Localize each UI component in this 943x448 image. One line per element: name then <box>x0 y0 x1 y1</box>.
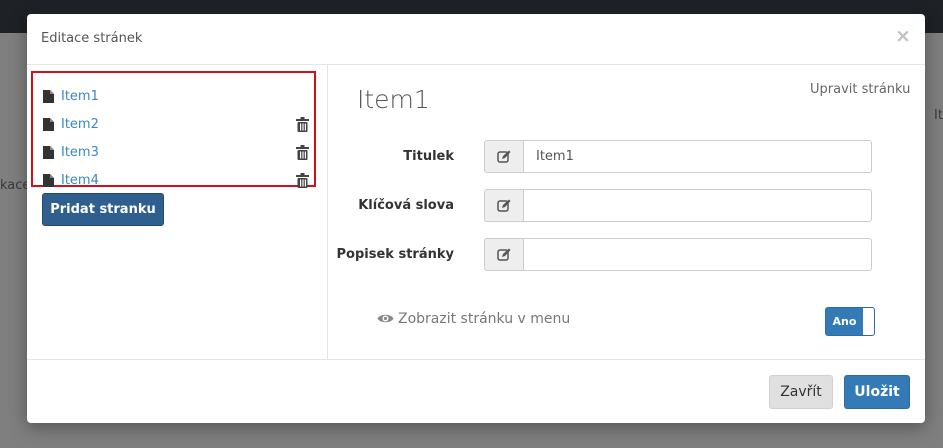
eye-icon <box>377 314 394 323</box>
edit-icon <box>484 140 524 173</box>
page-link[interactable]: Item4 <box>61 173 99 188</box>
modal-title: Editace stránek <box>41 31 143 46</box>
add-page-button[interactable]: Pridat stranku <box>42 193 164 226</box>
close-button[interactable]: Zavřít <box>769 375 833 409</box>
close-icon[interactable]: × <box>895 27 911 46</box>
show-in-menu-label: Zobrazit stránku v menu <box>398 311 571 327</box>
edit-page-link[interactable]: Upravit stránku <box>810 82 910 97</box>
keywords-input-group <box>484 189 872 222</box>
modal-footer: Zavřít Uložit <box>27 359 925 424</box>
page-heading: Item1 <box>357 85 430 114</box>
description-label: Popisek stránky <box>336 247 454 262</box>
modal-header: Editace stránek × <box>27 14 925 65</box>
trash-icon[interactable] <box>296 117 309 132</box>
page-list-item[interactable]: Item3 <box>43 144 313 164</box>
keywords-input[interactable] <box>523 189 872 222</box>
background-text-fragment: It <box>934 108 943 123</box>
file-icon <box>43 174 54 187</box>
page-list-item[interactable]: Item2 <box>43 116 313 136</box>
page-list: Item1 Item2 Item3 Item4 <box>31 71 316 188</box>
page-list-item[interactable]: Item4 <box>43 172 313 192</box>
description-input-group <box>484 238 872 271</box>
background-text-fragment: kace <box>0 178 31 193</box>
page-list-item[interactable]: Item1 <box>43 88 313 108</box>
page-list-panel: Item1 Item2 Item3 Item4 Pridat stranku <box>27 65 328 359</box>
save-button[interactable]: Uložit <box>844 375 910 409</box>
page-editor-modal: Editace stránek × Item1 Item2 Item3 Item… <box>27 14 925 423</box>
title-label: Titulek <box>403 149 454 164</box>
show-in-menu-toggle[interactable]: Ano <box>825 307 875 336</box>
file-icon <box>43 118 54 131</box>
toggle-on-label: Ano <box>826 308 863 335</box>
trash-icon[interactable] <box>296 145 309 160</box>
file-icon <box>43 146 54 159</box>
page-link[interactable]: Item1 <box>61 89 99 104</box>
edit-icon <box>484 189 524 222</box>
title-input[interactable] <box>523 140 872 173</box>
page-link[interactable]: Item3 <box>61 145 99 160</box>
file-icon <box>43 90 54 103</box>
page-link[interactable]: Item2 <box>61 117 99 132</box>
trash-icon[interactable] <box>296 173 309 188</box>
description-input[interactable] <box>523 238 872 271</box>
edit-icon <box>484 238 524 271</box>
keywords-label: Klíčová slova <box>358 198 454 213</box>
title-input-group <box>484 140 872 173</box>
